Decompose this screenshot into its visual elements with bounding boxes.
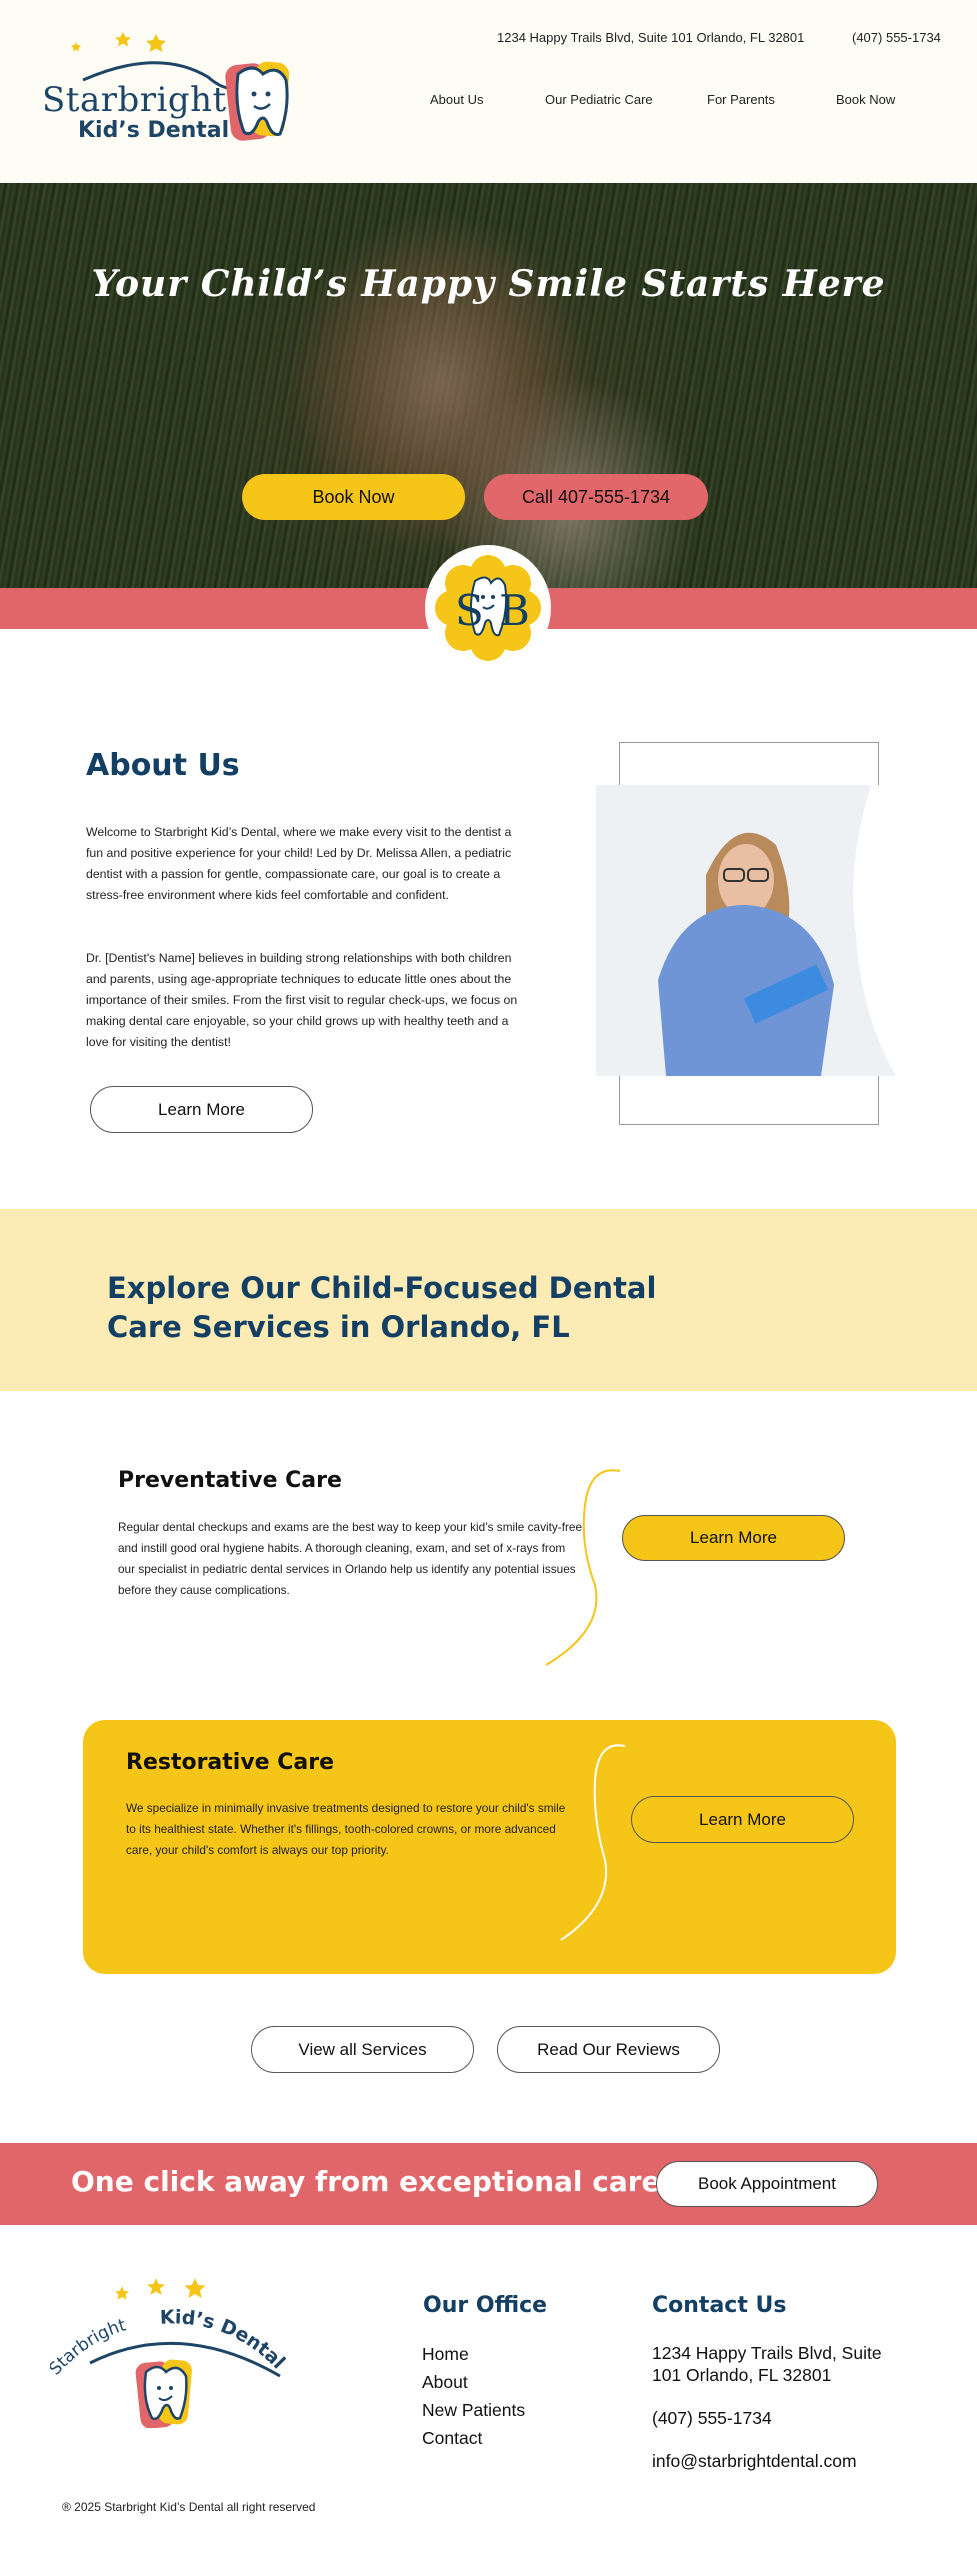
footer-email[interactable]: info@starbrightdental.com — [652, 2450, 912, 2472]
hero-title: Your Child’s Happy Smile Starts Here — [91, 263, 886, 305]
restorative-learn-more-button[interactable]: Learn More — [631, 1796, 854, 1843]
book-appointment-button[interactable]: Book Appointment — [656, 2161, 878, 2207]
restorative-care-card: Restorative Care We specialize in minima… — [83, 1720, 896, 1974]
contact-heading: Contact Us — [652, 2293, 787, 2318]
footer-logo-wordmark: Starbright — [50, 2315, 129, 2379]
hero-book-now-button[interactable]: Book Now — [242, 474, 465, 520]
service-title: Restorative Care — [126, 1750, 335, 1775]
star-icon — [115, 32, 131, 47]
site-header: Starbright Kid’s Dental 1234 Happy Trail… — [0, 0, 977, 183]
hero-call-button[interactable]: Call 407-555-1734 — [484, 474, 708, 520]
office-heading: Our Office — [423, 2293, 548, 2318]
view-all-services-button[interactable]: View all Services — [251, 2026, 474, 2073]
nav-book-now[interactable]: Book Now — [836, 92, 895, 107]
nav-about-us[interactable]: About Us — [430, 92, 483, 107]
footer-link-new-patients[interactable]: New Patients — [422, 2396, 525, 2424]
about-paragraph: Dr. [Dentist's Name] believes in buildin… — [86, 951, 518, 1049]
header-address: 1234 Happy Trails Blvd, Suite 101 Orland… — [497, 30, 805, 45]
header-phone[interactable]: (407) 555-1734 — [852, 30, 941, 45]
hero-section: Your Child’s Happy Smile Starts Here Boo… — [0, 183, 977, 588]
badge-letter-s: S — [455, 586, 484, 635]
badge-letter-b: B — [499, 586, 530, 635]
main-nav: About Us Our Pediatric Care For Parents … — [0, 92, 977, 112]
cta-text: One click away from exceptional care — [71, 2165, 661, 2198]
about-paragraph: Welcome to Starbright Kid’s Dental, wher… — [86, 825, 512, 902]
logo-subtitle: Kid’s Dental — [78, 118, 230, 143]
footer-phone[interactable]: (407) 555-1734 — [652, 2407, 912, 2429]
preventative-learn-more-button[interactable]: Learn More — [622, 1515, 845, 1561]
decorative-curve — [560, 1744, 626, 1941]
nav-for-parents[interactable]: For Parents — [707, 92, 775, 107]
star-icon — [71, 42, 81, 52]
footer-link-home[interactable]: Home — [422, 2340, 525, 2368]
service-title: Preventative Care — [118, 1468, 342, 1493]
cta-band: One click away from exceptional care Boo… — [0, 2143, 977, 2225]
star-icon — [184, 2278, 206, 2298]
office-links: Home About New Patients Contact — [422, 2340, 525, 2452]
read-reviews-button[interactable]: Read Our Reviews — [497, 2026, 720, 2073]
services-banner: Explore Our Child-Focused Dental Care Se… — [0, 1209, 977, 1391]
footer-link-about[interactable]: About — [422, 2368, 525, 2396]
star-icon — [115, 2286, 129, 2300]
about-title: About Us — [86, 748, 240, 783]
brand-logo[interactable]: Starbright Kid’s Dental — [38, 22, 308, 147]
star-icon — [147, 2278, 165, 2295]
footer-logo[interactable]: Starbright Kid’s Dental — [45, 2258, 290, 2429]
copyright: ® 2025 Starbright Kid’s Dental all right… — [62, 2500, 316, 2514]
dentist-photo — [596, 785, 901, 1076]
footer-link-contact[interactable]: Contact — [422, 2424, 525, 2452]
service-description: We specialize in minimally invasive trea… — [126, 1801, 566, 1857]
service-description: Regular dental checkups and exams are th… — [118, 1520, 583, 1597]
footer-address: 1234 Happy Trails Blvd, Suite 101 Orland… — [652, 2343, 882, 2385]
nav-pediatric-care[interactable]: Our Pediatric Care — [545, 92, 653, 107]
sb-badge-logo: S B — [425, 545, 551, 671]
services-title: Explore Our Child-Focused Dental Care Se… — [107, 1271, 657, 1344]
star-icon — [146, 34, 166, 52]
decorative-curve — [545, 1469, 621, 1666]
about-learn-more-button[interactable]: Learn More — [90, 1086, 313, 1133]
